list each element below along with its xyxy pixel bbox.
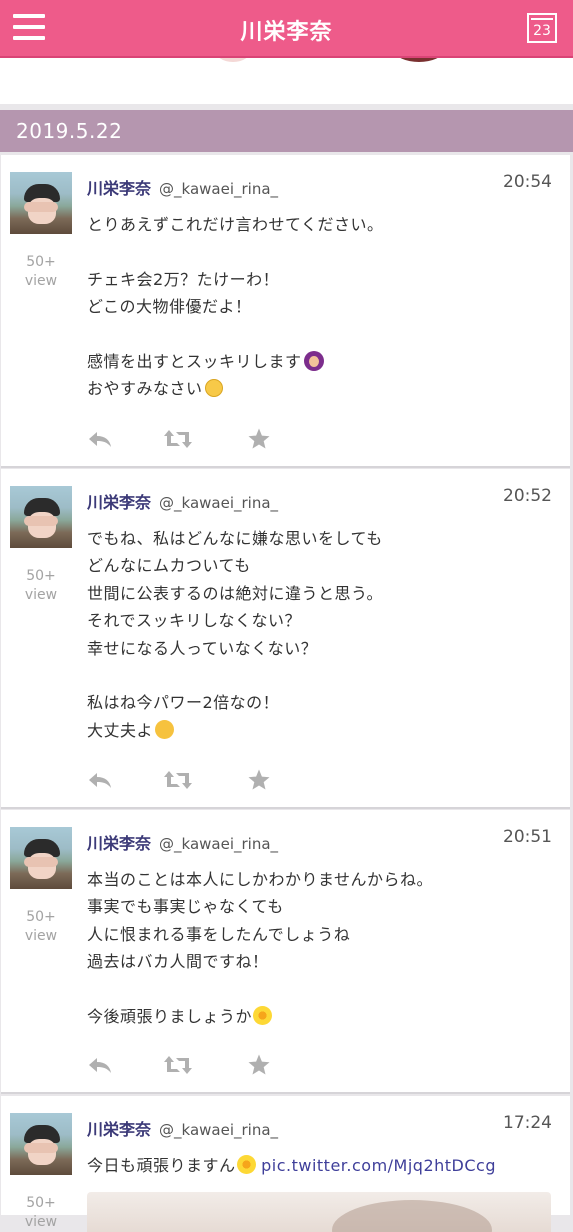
favorite-icon[interactable] [247,1053,275,1079]
previous-content-strip [0,58,573,104]
tweet-header: 川栄李奈 @_kawaei_rina_ 20:54 [87,172,552,199]
reply-icon[interactable] [87,1053,115,1079]
tweet-link[interactable]: pic.twitter.com/Mjq2htDCcg [261,1156,496,1175]
tweet-author-name[interactable]: 川栄李奈 [87,1120,151,1139]
tweet-time: 20:52 [503,486,552,506]
tweet-actions [87,1053,287,1079]
tweet-text: とりあえずこれだけ言わせてください。 チェキ会2万？たけーわ！ どこの大物俳優だ… [87,215,384,399]
tweet-actions [87,427,287,453]
tweet-author-handle[interactable]: @_kawaei_rina_ [159,494,278,512]
avatar[interactable] [10,1113,72,1175]
tweet-author-name[interactable]: 川栄李奈 [87,493,151,512]
tweet-text: 本当のことは本人にしかわかりませんからね。 事実でも事実じゃなくても 人に恨まれ… [87,870,434,1027]
kissing-face-emoji [155,719,175,739]
smiling-face-emoji [204,379,223,398]
tweet-card: 50+ view 川栄李奈 @_kawaei_rina_ 20:52 でもね、私は… [1,469,570,809]
tweet-time: 17:24 [503,1113,552,1133]
tweet-header: 川栄李奈 @_kawaei_rina_ 20:52 [87,486,552,513]
retweet-icon[interactable] [163,1053,192,1079]
tweet-author-name[interactable]: 川栄李奈 [87,179,151,198]
avatar[interactable] [10,172,72,234]
tweet-author-handle[interactable]: @_kawaei_rina_ [159,1121,278,1139]
retweet-icon[interactable] [163,768,192,794]
tweet-time: 20:51 [503,827,552,847]
tweet-text: 今日も頑張りますん pic.twitter.com/Mjq2htDCcg [87,1155,496,1175]
blossom-emoji [236,1155,256,1174]
tweet-card: 50+ view 川栄李奈 @_kawaei_rina_ 20:51 本当のことは… [1,810,570,1094]
reply-icon[interactable] [87,768,115,794]
tweet-actions [87,768,287,794]
tweet-author-name[interactable]: 川栄李奈 [87,834,151,853]
favorite-icon[interactable] [247,768,275,794]
tweet-image[interactable] [87,1192,551,1232]
avatar[interactable] [10,486,72,548]
favorite-icon[interactable] [247,427,275,453]
tweet-card: 50+ view 川栄李奈 @_kawaei_rina_ 20:54 とりあえずこ… [1,155,570,468]
reply-icon[interactable] [87,427,115,453]
retweet-icon[interactable] [163,427,192,453]
tweet-author-handle[interactable]: @_kawaei_rina_ [159,180,278,198]
avatar[interactable] [10,827,72,889]
tweet-author-handle[interactable]: @_kawaei_rina_ [159,835,278,853]
page-title: 川栄李奈 [240,20,333,45]
tweet-header: 川栄李奈 @_kawaei_rina_ 17:24 [87,1113,552,1140]
calendar-day: 23 [533,23,551,39]
blossom-emoji [253,1006,273,1026]
view-count: 50+ view [24,909,58,944]
calendar-icon[interactable]: 23 [527,13,557,43]
tweet-time: 20:54 [503,172,552,192]
view-count: 50+ view [24,568,58,603]
app-header: 川栄李奈 23 [0,0,573,58]
view-count: 50+ view [24,254,58,289]
person-gesturing-emoji [303,351,324,371]
tweet-header: 川栄李奈 @_kawaei_rina_ 20:51 [87,827,552,854]
tweet-card: 50+ view 川栄李奈 @_kawaei_rina_ 17:24 今日も頑張り… [1,1096,570,1232]
tweet-text: でもね、私はどんなに嫌な思いをしても どんなにムカついても 世間に公表するのは絶… [87,529,384,740]
view-count: 50+ view [24,1195,58,1230]
date-header: 2019.5.22 [0,110,573,152]
